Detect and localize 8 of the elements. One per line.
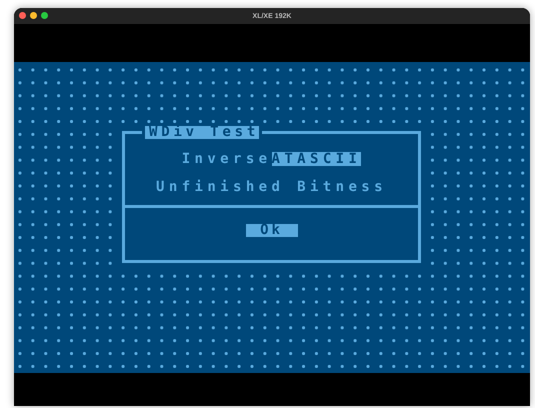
close-button[interactable] bbox=[19, 12, 26, 19]
dialog-title: WDiv Test bbox=[142, 126, 262, 139]
dialog-text: Unfinished Bitness bbox=[156, 180, 387, 194]
dialog-text: Inverse bbox=[182, 152, 272, 166]
minimize-button[interactable] bbox=[30, 12, 37, 19]
zoom-button[interactable] bbox=[41, 12, 48, 19]
ok-button[interactable]: Ok bbox=[246, 224, 298, 237]
inverse-text: ATASCII bbox=[272, 152, 362, 166]
